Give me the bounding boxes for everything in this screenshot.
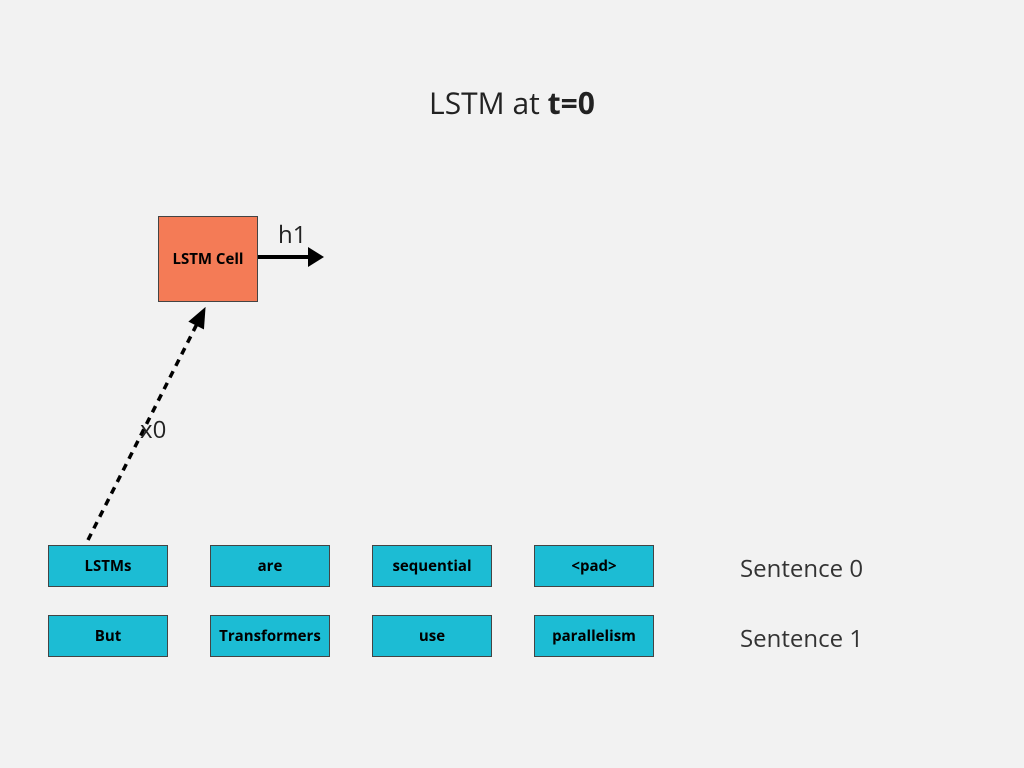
x0-label: x0: [140, 413, 166, 446]
sentence-0-label: Sentence 0: [740, 552, 863, 585]
lstm-cell-label: LSTM Cell: [172, 249, 243, 269]
h1-arrow-head: [308, 247, 324, 267]
token-text: are: [258, 556, 283, 576]
token-box: LSTMs: [48, 545, 168, 587]
token-text: use: [419, 626, 445, 646]
token-text: But: [95, 626, 121, 646]
token-text: <pad>: [571, 556, 616, 576]
token-box: use: [372, 615, 492, 657]
lstm-cell-box: LSTM Cell: [158, 216, 258, 302]
token-box: Transformers: [210, 615, 330, 657]
token-box: But: [48, 615, 168, 657]
token-box: parallelism: [534, 615, 654, 657]
token-box: <pad>: [534, 545, 654, 587]
token-text: LSTMs: [84, 556, 131, 576]
sentence-0-row: LSTMs are sequential <pad>: [48, 545, 654, 587]
sentence-1-label: Sentence 1: [740, 622, 863, 655]
token-text: Transformers: [219, 626, 321, 646]
token-text: sequential: [392, 556, 471, 576]
title-timestep: t=0: [548, 82, 595, 123]
title-prefix: LSTM at: [429, 82, 548, 123]
diagram-title: LSTM at t=0: [0, 82, 1024, 123]
token-box: sequential: [372, 545, 492, 587]
h1-arrow-line: [258, 255, 312, 259]
token-box: are: [210, 545, 330, 587]
sentence-1-row: But Transformers use parallelism: [48, 615, 654, 657]
token-text: parallelism: [552, 626, 636, 646]
h1-label: h1: [278, 218, 306, 251]
